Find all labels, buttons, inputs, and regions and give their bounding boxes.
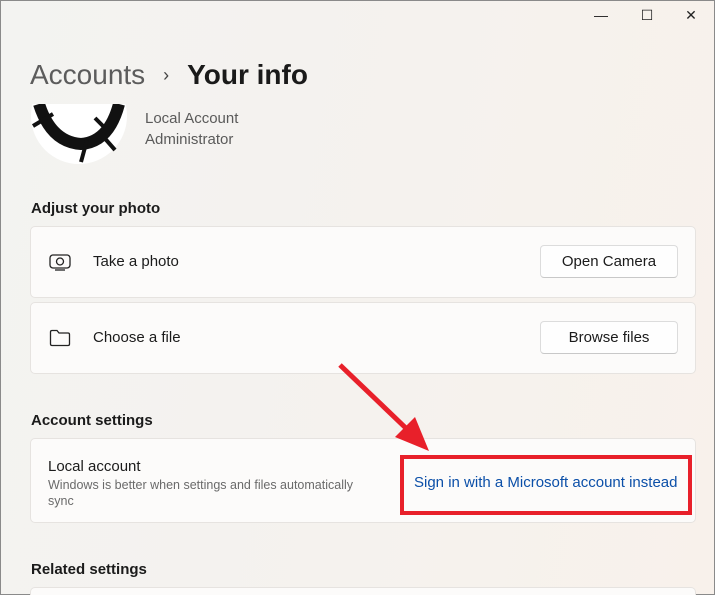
- related-settings-card: [30, 587, 696, 595]
- related-settings-heading: Related settings: [31, 561, 147, 578]
- settings-window: — ☐ ✕ Accounts › Your info Local Account…: [0, 0, 715, 595]
- annotation-arrow-icon: [338, 363, 429, 451]
